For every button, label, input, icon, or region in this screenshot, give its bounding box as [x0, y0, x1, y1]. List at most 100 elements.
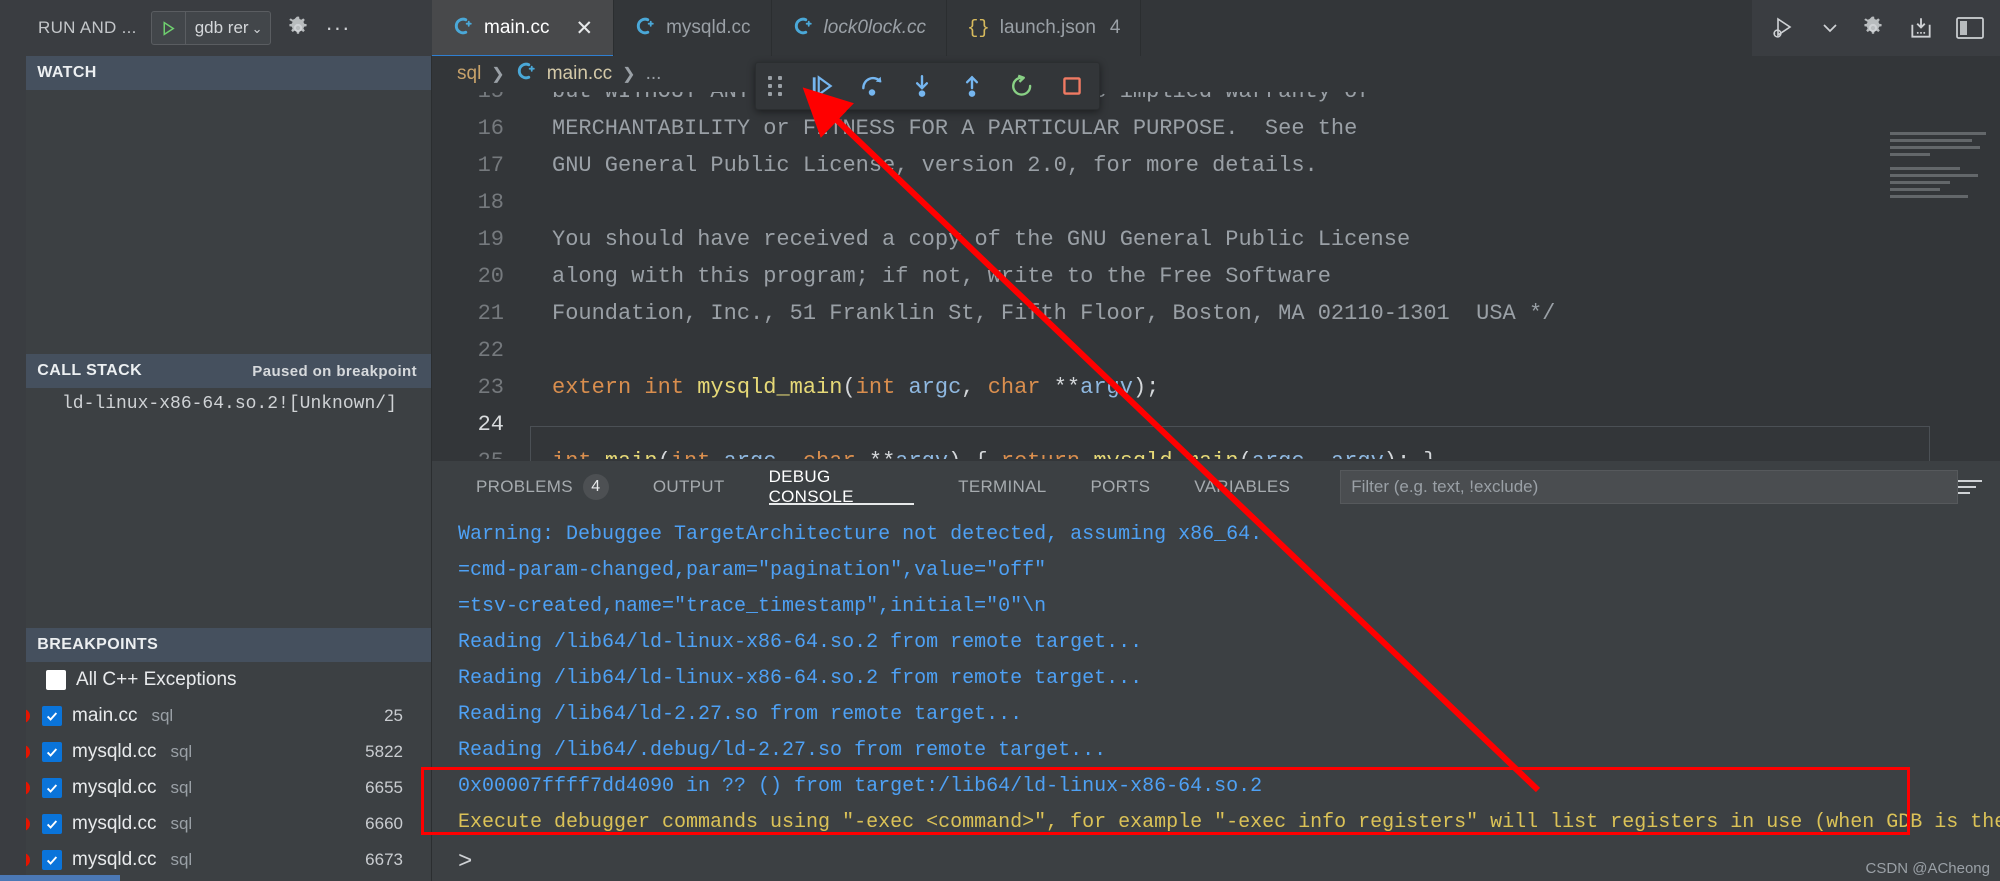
callstack-status: Paused on breakpoint [252, 362, 417, 380]
filter-input[interactable] [1351, 477, 1947, 497]
editor-actions [1752, 0, 2000, 56]
chevron-right-icon: ❯ [622, 66, 636, 83]
code-line: 18 [432, 184, 2000, 221]
code-line: 17 GNU General Public License, version 2… [432, 147, 2000, 184]
breakpoints-section-header[interactable]: ⌄ BREAKPOINTS [0, 628, 431, 662]
breakpoint-row[interactable]: mysqld.cc sql 6673 [0, 842, 431, 878]
tab-variables[interactable]: VARIABLES [1172, 461, 1312, 513]
step-over-button[interactable] [857, 71, 887, 101]
editor-tab-strip: main.cc ✕ mysqld.cc lock0lock.cc {} laun… [432, 0, 1752, 57]
json-file-icon: {} [966, 17, 990, 39]
run-debug-icon[interactable] [1772, 15, 1800, 41]
tab-ports[interactable]: PORTS [1069, 461, 1173, 513]
tab-label: lock0lock.cc [823, 17, 926, 38]
line-text [530, 332, 552, 369]
step-into-button[interactable] [907, 71, 937, 101]
code-line: 20 along with this program; if not, writ… [432, 258, 2000, 295]
code-viewport[interactable]: 15 but WITHOUT ANY WARRANTY; without eve… [432, 92, 2000, 461]
gear-icon[interactable] [1860, 15, 1886, 41]
chevron-down-icon[interactable] [1822, 22, 1838, 34]
horizontal-scrollbar[interactable] [0, 875, 120, 881]
panel-menu-icon[interactable] [1958, 480, 1982, 494]
tab-launch-json[interactable]: {} launch.json 4 [946, 0, 1142, 56]
tab-debug-console[interactable]: DEBUG CONSOLE [747, 461, 937, 513]
callstack-section-header[interactable]: ⌄ CALL STACK Paused on breakpoint [0, 354, 431, 388]
tab-label: launch.json [999, 17, 1096, 38]
breakpoint-line-number: 6655 [365, 778, 403, 797]
layout-panel-icon[interactable] [1956, 16, 1984, 40]
line-text: You should have received a copy of the G… [552, 227, 1411, 252]
breakpoint-row[interactable]: mysqld.cc sql 5822 [0, 734, 431, 770]
annotation-highlight-box [421, 767, 1910, 835]
watch-section-body [0, 90, 431, 354]
tab-lock0lock-cc[interactable]: lock0lock.cc [771, 0, 947, 56]
tab-badge: 4 [1109, 17, 1121, 38]
continue-button[interactable] [807, 71, 837, 101]
breakpoint-line-number: 25 [384, 706, 403, 725]
more-actions-icon[interactable]: ··· [325, 17, 350, 39]
start-debugging-icon[interactable] [152, 12, 186, 44]
cpp-file-icon [452, 15, 474, 42]
breadcrumb-root[interactable]: sql [457, 63, 481, 85]
breakpoints-section-title: BREAKPOINTS [37, 636, 159, 653]
breakpoint-label: All C++ Exceptions [76, 669, 237, 690]
callstack-section-body: ld-linux-x86-64.so.2![Unknown/] [0, 388, 431, 628]
callstack-section-title: CALL STACK [37, 362, 143, 379]
breakpoint-row[interactable]: All C++ Exceptions [0, 662, 431, 698]
breakpoint-row[interactable]: mysqld.cc sql 6660 [0, 806, 431, 842]
chevron-right-icon: ❯ [491, 66, 505, 83]
tab-label: mysqld.cc [666, 17, 751, 38]
launch-config-name[interactable]: gdb rer [186, 18, 251, 38]
editor-minimap[interactable] [1890, 132, 1996, 218]
panel-tab-label: PORTS [1090, 477, 1151, 496]
install-extension-icon[interactable] [1908, 15, 1934, 41]
breakpoint-checkbox[interactable] [46, 670, 66, 690]
current-line-highlight [530, 426, 1930, 461]
breakpoint-checkbox[interactable] [42, 742, 62, 762]
breakpoint-checkbox[interactable] [42, 778, 62, 798]
restart-button[interactable] [1007, 71, 1037, 101]
line-text [530, 184, 552, 221]
tab-problems[interactable]: PROBLEMS 4 [454, 461, 631, 513]
close-icon[interactable]: ✕ [575, 18, 593, 39]
cpp-file-icon [515, 60, 537, 88]
breakpoint-checkbox[interactable] [42, 814, 62, 834]
line-number: 20 [477, 264, 504, 289]
run-and-debug-sidebar: ⌄ WATCH ⌄ CALL STACK Paused on breakpoin… [0, 56, 432, 881]
tab-output[interactable]: OUTPUT [631, 461, 747, 513]
launch-configuration-select[interactable]: gdb rer ⌄ [150, 11, 272, 45]
breakpoint-row[interactable]: mysqld.cc sql 6655 [0, 770, 431, 806]
watch-section-header[interactable]: ⌄ WATCH [0, 56, 431, 90]
line-number: 25 [432, 443, 530, 459]
panel-tab-label: PROBLEMS [476, 477, 573, 496]
breakpoint-row[interactable]: main.cc sql 25 [0, 698, 431, 734]
console-line: Reading /lib64/ld-linux-x86-64.so.2 from… [458, 631, 1143, 654]
run-and-debug-header: RUN AND ... gdb rer ⌄ ··· [0, 0, 432, 56]
drag-handle-icon[interactable] [768, 76, 783, 96]
gear-icon[interactable] [285, 15, 311, 41]
chevron-down-icon[interactable]: ⌄ [251, 22, 271, 35]
breakpoint-checkbox[interactable] [42, 850, 62, 870]
debug-console-input-row[interactable]: > [458, 841, 2000, 881]
breakpoint-line-number: 5822 [365, 742, 403, 761]
filter-box[interactable] [1340, 470, 1958, 504]
line-number: 24 [477, 412, 504, 437]
activity-bar-edge [0, 56, 26, 881]
breadcrumb-symbol[interactable]: ... [646, 63, 662, 85]
stop-button[interactable] [1057, 71, 1087, 101]
breadcrumb-file[interactable]: main.cc [547, 63, 612, 85]
cpp-file-icon [634, 15, 656, 42]
step-out-button[interactable] [957, 71, 987, 101]
tab-terminal[interactable]: TERMINAL [936, 461, 1068, 513]
editor-area: sql ❯ main.cc ❯ ... 15 but WITHOUT ANY W… [432, 56, 2000, 461]
breakpoints-section-body: All C++ Exceptions main.cc sql 25 mysqld… [0, 662, 431, 878]
debug-toolbar[interactable] [755, 62, 1100, 110]
tab-mysqld-cc[interactable]: mysqld.cc [614, 0, 772, 56]
breakpoint-checkbox[interactable] [42, 706, 62, 726]
breadcrumb[interactable]: sql ❯ main.cc ❯ ... [432, 56, 2000, 92]
cpp-file-icon [792, 15, 814, 42]
breakpoint-label: mysqld.cc [72, 741, 157, 762]
tab-label: main.cc [484, 17, 550, 38]
tab-main-cc[interactable]: main.cc ✕ [432, 0, 615, 57]
call-stack-item[interactable]: ld-linux-x86-64.so.2![Unknown/] [0, 388, 431, 420]
